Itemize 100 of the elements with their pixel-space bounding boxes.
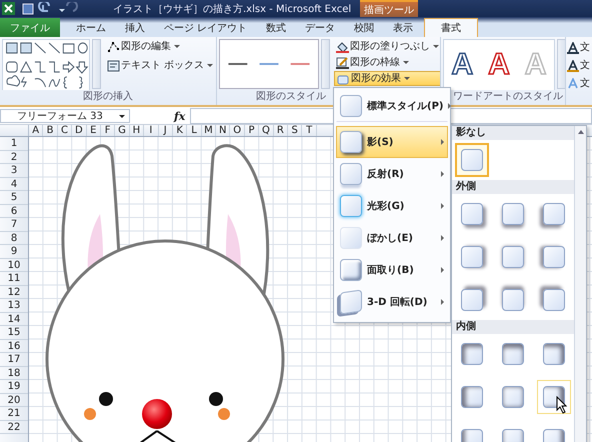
ribbon-command[interactable]: 図形の枠線 [334,55,440,70]
ribbon-tab[interactable]: 挿入 [117,18,153,37]
text-fill-icon [567,42,579,54]
effect-preview-icon [340,131,362,153]
row-header[interactable]: 12 [0,286,28,299]
column-header[interactable]: L [187,125,202,136]
ribbon-tab[interactable]: ホーム [68,18,114,37]
shape-style-gallery[interactable] [219,39,319,89]
row-header[interactable]: 10 [0,258,28,272]
spreadsheet-app-icon[interactable] [2,2,15,15]
wordart-gallery[interactable]: A A A [443,39,555,90]
effect-preview-icon [340,227,362,249]
gallery-scroll-buttons[interactable] [92,39,101,89]
menu-item[interactable]: 影(S) [336,126,448,158]
text-command[interactable]: 文 [567,40,590,55]
text-command[interactable]: 文 [567,58,590,73]
ribbon-tab[interactable]: 書式 [424,18,478,37]
row-header[interactable]: 13 [0,299,28,312]
column-header[interactable]: M [202,125,216,136]
ribbon-command[interactable]: 図形の効果 [334,71,440,86]
ribbon-tab[interactable]: データ [297,18,344,37]
row-header[interactable]: 21 [0,407,28,420]
menu-item[interactable]: 光彩(G) [336,190,448,222]
ribbon-tab[interactable]: ページ レイアウト [156,18,256,37]
shapes-gallery[interactable] [2,39,90,90]
text-outline-icon [567,60,579,72]
column-header[interactable]: P [244,125,260,136]
scroll-up-icon[interactable] [578,130,584,134]
row-header[interactable]: 14 [0,312,28,326]
wordart-sample[interactable]: A [488,45,510,85]
row-header[interactable]: 2 [0,150,28,164]
column-header[interactable]: D [72,125,87,136]
text-box-icon [107,60,120,72]
shape-effect-icon [337,72,350,84]
row-header[interactable]: 8 [0,232,28,245]
row-header[interactable]: 11 [0,272,28,286]
column-header[interactable]: F [100,125,116,136]
ribbon-command[interactable]: テキスト ボックス [105,58,216,73]
row-header[interactable]: 22 [0,420,28,434]
pencil-icon [336,56,349,68]
window-title: イラスト［ウサギ］の描き方.xlsx - Microsoft Excel [113,2,352,16]
column-header[interactable]: E [86,125,101,136]
row-header[interactable]: 6 [0,204,28,218]
menu-item[interactable]: 面取り(B) [336,254,448,286]
group-label: ワードアートのスタイル [452,90,564,103]
row-header[interactable]: 4 [0,178,28,191]
caret-icon [174,45,180,48]
caret-icon [403,61,409,64]
submenu-arrow-icon [441,171,444,177]
gallery-scroll-buttons[interactable] [557,39,565,89]
column-header[interactable]: N [216,125,230,136]
menu-item[interactable]: ぼかし(E) [336,222,448,254]
submenu-arrow-icon [441,299,444,305]
column-header[interactable]: I [144,125,159,136]
section-heading: 内側 [452,320,574,334]
column-header[interactable]: T [302,125,317,136]
column-header[interactable]: J [158,125,173,136]
submenu-arrow-icon [441,139,444,145]
row-header[interactable]: 20 [0,394,28,407]
menu-item[interactable]: 3-D 回転(D) [336,286,448,318]
submenu-arrow-icon [448,103,452,109]
column-header[interactable]: R [274,125,288,136]
wordart-sample[interactable]: A [451,45,474,85]
column-header[interactable]: Q [259,125,274,136]
row-header[interactable]: 17 [0,353,28,366]
name-box[interactable]: フリーフォーム 33 [0,109,130,123]
row-header[interactable]: 16 [0,340,28,353]
text-command[interactable]: 文 [567,76,590,91]
caret-icon [207,64,214,67]
column-header[interactable]: C [58,125,72,136]
scrollbar[interactable] [574,126,586,442]
column-header[interactable]: O [230,125,245,136]
insert-function-button[interactable]: fx [174,110,190,122]
menu-item[interactable]: 標準スタイル(P) [336,90,448,122]
rabbit-drawing[interactable] [46,144,284,442]
row-header[interactable]: 15 [0,326,28,340]
column-header[interactable]: G [115,125,130,136]
ribbon-tab[interactable]: 表示 [385,18,422,37]
column-header[interactable]: K [172,125,188,136]
caret-icon [433,45,439,48]
ribbon-tab[interactable]: 校閲 [346,18,382,37]
menu-item[interactable]: 反射(R) [336,158,448,190]
ribbon-command[interactable]: 図形の塗りつぶし [334,39,440,54]
row-header[interactable]: 7 [0,218,28,232]
ribbon-command[interactable]: 図形の編集 [105,39,216,54]
effect-preview-icon [340,259,362,281]
row-header[interactable]: 19 [0,380,28,394]
gallery-scroll-buttons[interactable] [321,39,330,89]
row-header[interactable]: 18 [0,366,28,380]
column-header[interactable]: S [288,125,302,136]
column-header[interactable]: H [130,125,144,136]
column-header[interactable]: A [29,125,44,136]
ribbon-tab[interactable]: 数式 [258,18,294,37]
column-header[interactable]: B [43,125,58,136]
submenu-arrow-icon [441,203,444,209]
row-header[interactable]: 3 [0,164,28,178]
row-header[interactable]: 5 [0,191,28,204]
row-header[interactable]: 9 [0,245,28,258]
file-tab[interactable]: ファイル [0,18,60,37]
row-header[interactable]: 1 [0,137,28,150]
